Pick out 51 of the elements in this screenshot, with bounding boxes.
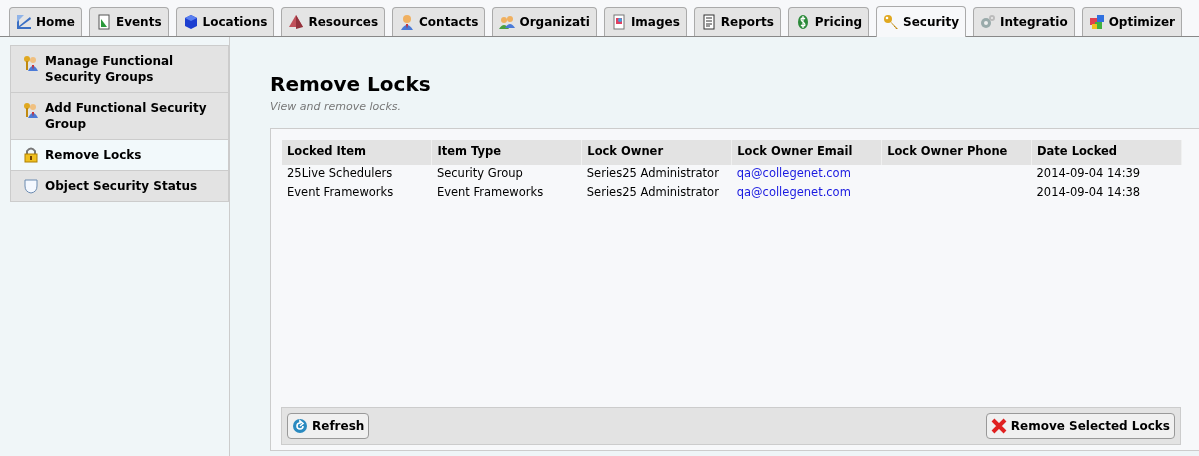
nav-tab[interactable]: Organizati — [492, 7, 597, 36]
key-icon — [883, 14, 899, 30]
column-header: Lock Owner Email — [731, 139, 882, 165]
picture-file-icon — [610, 14, 627, 30]
person-icon — [399, 14, 416, 30]
nav-tab[interactable]: Resources — [281, 7, 386, 36]
nav-tab[interactable]: Optimizer — [1081, 7, 1182, 36]
shield-icon — [23, 178, 39, 194]
close-icon — [990, 418, 1007, 434]
nav-tab[interactable]: Pricing — [787, 7, 869, 36]
nav-tab[interactable]: Images — [603, 7, 687, 36]
table-cell: Event Frameworks — [436, 185, 544, 200]
table-cell: 25Live Schedulers — [287, 166, 393, 181]
lock-icon — [23, 147, 39, 163]
nav-tab[interactable]: Reports — [693, 7, 781, 36]
page-title: Remove Locks — [270, 71, 431, 97]
sidebar-item[interactable]: Object Security Status — [11, 171, 228, 201]
nav-tab[interactable]: Contacts — [392, 7, 486, 36]
email-link[interactable]: qa@collegenet.com — [736, 185, 851, 200]
column-header: Item Type — [431, 139, 582, 165]
column-header: Lock Owner — [581, 139, 732, 165]
table-cell: Series25 Administrator — [586, 185, 719, 200]
table-cell: 2014-09-04 14:39 — [1036, 166, 1141, 181]
column-header: Locked Item — [282, 139, 432, 165]
puzzle-icon — [1088, 14, 1105, 30]
nav-tab[interactable]: Home — [9, 7, 82, 36]
group-key-icon — [23, 102, 39, 118]
table-cell: Series25 Administrator — [586, 166, 719, 181]
refresh-button[interactable]: Refresh — [287, 413, 370, 439]
table-cell: Event Frameworks — [287, 185, 394, 200]
cube-icon — [182, 14, 199, 30]
sidebar-item[interactable]: Manage Functional Security Groups — [11, 46, 228, 93]
column-header: Lock Owner Phone — [881, 139, 1032, 165]
sidebar-item[interactable]: Add Functional Security Group — [11, 93, 228, 140]
column-header: Date Locked — [1031, 139, 1182, 165]
report-icon — [700, 14, 717, 30]
nav-tab[interactable]: Events — [88, 7, 169, 36]
table-cell: Security Group — [436, 166, 523, 181]
nav-tab[interactable]: Locations — [175, 7, 275, 36]
nav-tab[interactable]: Security — [876, 6, 967, 37]
remove-locks-button[interactable]: Remove Selected Locks — [985, 413, 1175, 439]
nav-tab[interactable]: Integratio — [973, 7, 1075, 36]
email-link[interactable]: qa@collegenet.com — [736, 166, 851, 181]
refresh-icon — [292, 418, 308, 434]
people-icon — [499, 14, 516, 30]
pyramid-icon — [288, 14, 305, 30]
document-icon — [95, 14, 112, 30]
group-key-icon — [23, 55, 39, 71]
table-cell: 2014-09-04 14:38 — [1036, 185, 1141, 200]
page-subtitle: View and remove locks. — [270, 99, 401, 115]
gears-icon — [980, 14, 997, 30]
